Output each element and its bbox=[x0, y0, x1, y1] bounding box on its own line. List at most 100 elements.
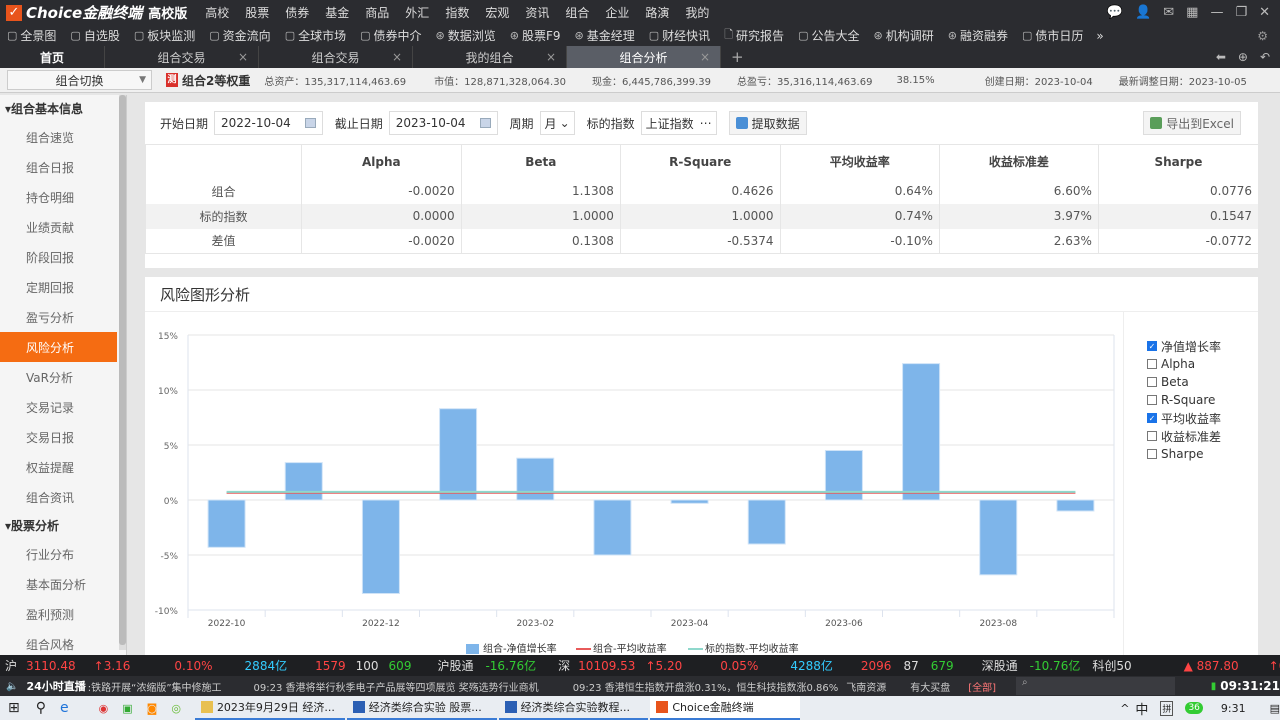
checkbox-icon[interactable] bbox=[1147, 431, 1157, 441]
mail-icon[interactable]: ✉ bbox=[1163, 5, 1174, 20]
toolbar-item[interactable]: ▢ 自选股 bbox=[63, 27, 126, 44]
toolbar-item[interactable]: ▢ 板块监测 bbox=[127, 27, 202, 44]
close-icon[interactable]: × bbox=[238, 50, 248, 64]
sidebar-item[interactable]: 组合日报 bbox=[0, 152, 117, 182]
tab[interactable]: 首页 bbox=[0, 46, 105, 68]
close-icon[interactable]: × bbox=[700, 50, 710, 64]
toolbar-item[interactable]: ⊛ 数据浏览 bbox=[429, 27, 503, 44]
sidebar-item[interactable]: 盈利预测 bbox=[0, 599, 117, 629]
checkbox-icon[interactable] bbox=[1147, 377, 1157, 387]
sidebar-group[interactable]: ▾ 股票分析 bbox=[0, 512, 126, 539]
toolbar-item[interactable]: ▢ 资金流向 bbox=[202, 27, 277, 44]
toolbar-item[interactable]: ▢ 全景图 bbox=[0, 27, 63, 44]
app-icon[interactable]: ◙ bbox=[147, 702, 158, 715]
more-icon[interactable]: » bbox=[1096, 29, 1103, 43]
close-icon[interactable]: ✕ bbox=[1259, 5, 1270, 20]
toolbar-item[interactable]: ⊛ 基金经理 bbox=[568, 27, 642, 44]
menu-item[interactable]: 路演 bbox=[637, 4, 677, 21]
sidebar-item[interactable]: 阶段回报 bbox=[0, 242, 117, 272]
series-checkbox[interactable]: Alpha bbox=[1147, 355, 1258, 373]
end-date-input[interactable]: 2023-10-04 bbox=[388, 111, 498, 135]
taskbar-item-choice[interactable]: Choice金融终端 bbox=[650, 696, 801, 720]
grid-icon[interactable]: ▦ bbox=[1186, 5, 1198, 20]
toolbar-item[interactable]: ▢ 全球市场 bbox=[278, 27, 353, 44]
sidebar-item[interactable]: 基本面分析 bbox=[0, 569, 117, 599]
portfolio-switch-dropdown[interactable]: 组合切换 ▼ bbox=[7, 70, 152, 90]
app-icon[interactable]: ◉ bbox=[99, 702, 109, 715]
sidebar-item[interactable]: 行业分布 bbox=[0, 539, 117, 569]
close-icon[interactable]: × bbox=[546, 50, 556, 64]
sidebar-item[interactable]: 交易日报 bbox=[0, 422, 117, 452]
news-item[interactable]: 飞南资源 bbox=[846, 679, 886, 694]
news-item[interactable]: 09:23 香港将举行秋季电子产品展等四项展览 奖殇选势行业商机 bbox=[254, 679, 539, 694]
start-date-input[interactable]: 2022-10-04 bbox=[214, 111, 323, 135]
series-checkbox[interactable]: ✓ 净值增长率 bbox=[1147, 337, 1258, 355]
undo-icon[interactable]: ↶ bbox=[1260, 50, 1270, 64]
toolbar-item[interactable]: ▢ 公告大全 bbox=[791, 27, 866, 44]
gear-icon[interactable]: ⚙ bbox=[1257, 29, 1268, 43]
search-icon[interactable]: ⚲ bbox=[36, 700, 46, 716]
tray-chevron-icon[interactable]: ^ bbox=[1120, 702, 1129, 715]
menu-item[interactable]: 基金 bbox=[317, 4, 357, 21]
menu-item[interactable]: 股票 bbox=[237, 4, 277, 21]
sidebar-item[interactable]: 定期回报 bbox=[0, 272, 117, 302]
minimize-icon[interactable]: — bbox=[1210, 5, 1223, 20]
sidebar-scrollbar[interactable] bbox=[119, 95, 126, 650]
menu-item[interactable]: 高校 bbox=[197, 4, 237, 21]
ie-icon[interactable]: e bbox=[60, 700, 69, 716]
checkbox-icon[interactable]: ✓ bbox=[1147, 413, 1157, 423]
series-checkbox[interactable]: Sharpe bbox=[1147, 445, 1258, 463]
series-checkbox[interactable]: ✓ 平均收益率 bbox=[1147, 409, 1258, 427]
news-item[interactable]: 09:23 香港恒生指数开盘涨0.31%，恒生科技指数涨0.86% bbox=[573, 679, 839, 694]
sidebar-item[interactable]: 业绩贡献 bbox=[0, 212, 117, 242]
back-icon[interactable]: ⬅ bbox=[1216, 50, 1226, 64]
sidebar-item[interactable]: 权益提醒 bbox=[0, 452, 117, 482]
checkbox-icon[interactable] bbox=[1147, 359, 1157, 369]
series-checkbox[interactable]: Beta bbox=[1147, 373, 1258, 391]
sidebar-item[interactable]: 盈亏分析 bbox=[0, 302, 117, 332]
taskbar-item-word[interactable]: 经济类综合实验教程... bbox=[498, 696, 649, 720]
zoom-icon[interactable]: ⊕ bbox=[1238, 50, 1248, 64]
calendar-icon[interactable] bbox=[479, 118, 491, 128]
menu-item[interactable]: 企业 bbox=[597, 4, 637, 21]
toolbar-item[interactable]: ⊛ 股票F9 bbox=[503, 27, 568, 44]
series-checkbox[interactable]: R-Square bbox=[1147, 391, 1258, 409]
checkbox-icon[interactable] bbox=[1147, 449, 1157, 459]
all-news-link[interactable]: [全部] bbox=[968, 679, 996, 694]
live-label[interactable]: 24小时直播 bbox=[26, 678, 85, 694]
toolbar-item[interactable]: ⊛ 机构调研 bbox=[866, 27, 940, 44]
tab[interactable]: 组合交易 × bbox=[259, 46, 413, 68]
sidebar-item[interactable]: 持仓明细 bbox=[0, 182, 117, 212]
windows-start-icon[interactable]: ⊞ bbox=[8, 700, 20, 716]
security-badge[interactable]: 36 bbox=[1185, 702, 1203, 714]
export-excel-button[interactable]: 导出到Excel bbox=[1143, 111, 1241, 135]
sidebar-item[interactable]: 交易记录 bbox=[0, 392, 117, 422]
menu-item[interactable]: 商品 bbox=[357, 4, 397, 21]
news-item[interactable]: :铁路开展“浓缩版”集中修施工 bbox=[88, 679, 222, 694]
menu-item[interactable]: 债券 bbox=[277, 4, 317, 21]
taskbar-item-folder[interactable]: 2023年9月29日 经济... bbox=[194, 696, 345, 720]
menu-item[interactable]: 资讯 bbox=[517, 4, 557, 21]
sidebar-item[interactable]: 组合风格 bbox=[0, 629, 117, 655]
series-checkbox[interactable]: 收益标准差 bbox=[1147, 427, 1258, 445]
sidebar-group[interactable]: ▾ 组合基本信息 bbox=[0, 95, 126, 122]
menu-item[interactable]: 组合 bbox=[557, 4, 597, 21]
fetch-data-button[interactable]: 提取数据 bbox=[728, 111, 807, 135]
menu-item[interactable]: 我的 bbox=[677, 4, 717, 21]
checkbox-icon[interactable]: ✓ bbox=[1147, 341, 1157, 351]
menu-item[interactable]: 指数 bbox=[437, 4, 477, 21]
index-select[interactable]: 上证指数 ⋯ bbox=[640, 111, 717, 135]
menu-item[interactable]: 外汇 bbox=[397, 4, 437, 21]
menu-item[interactable]: 宏观 bbox=[477, 4, 517, 21]
tab[interactable]: 组合分析 × bbox=[567, 46, 721, 68]
sidebar-item[interactable]: 组合速览 bbox=[0, 122, 117, 152]
toolbar-item[interactable]: ⊛ 融资融券 bbox=[941, 27, 1015, 44]
notification-icon[interactable]: ▤ bbox=[1270, 702, 1280, 715]
app-icon[interactable]: ◎ bbox=[171, 702, 181, 715]
ime-indicator[interactable]: 中 bbox=[1135, 699, 1148, 718]
restore-icon[interactable]: ❐ bbox=[1235, 5, 1247, 20]
period-select[interactable]: 月 ⌄ bbox=[539, 111, 575, 135]
ime-mode[interactable]: 拼 bbox=[1160, 700, 1174, 716]
tab[interactable]: 组合交易 × bbox=[105, 46, 259, 68]
toolbar-item[interactable]: ▢ 财经快讯 bbox=[642, 27, 717, 44]
